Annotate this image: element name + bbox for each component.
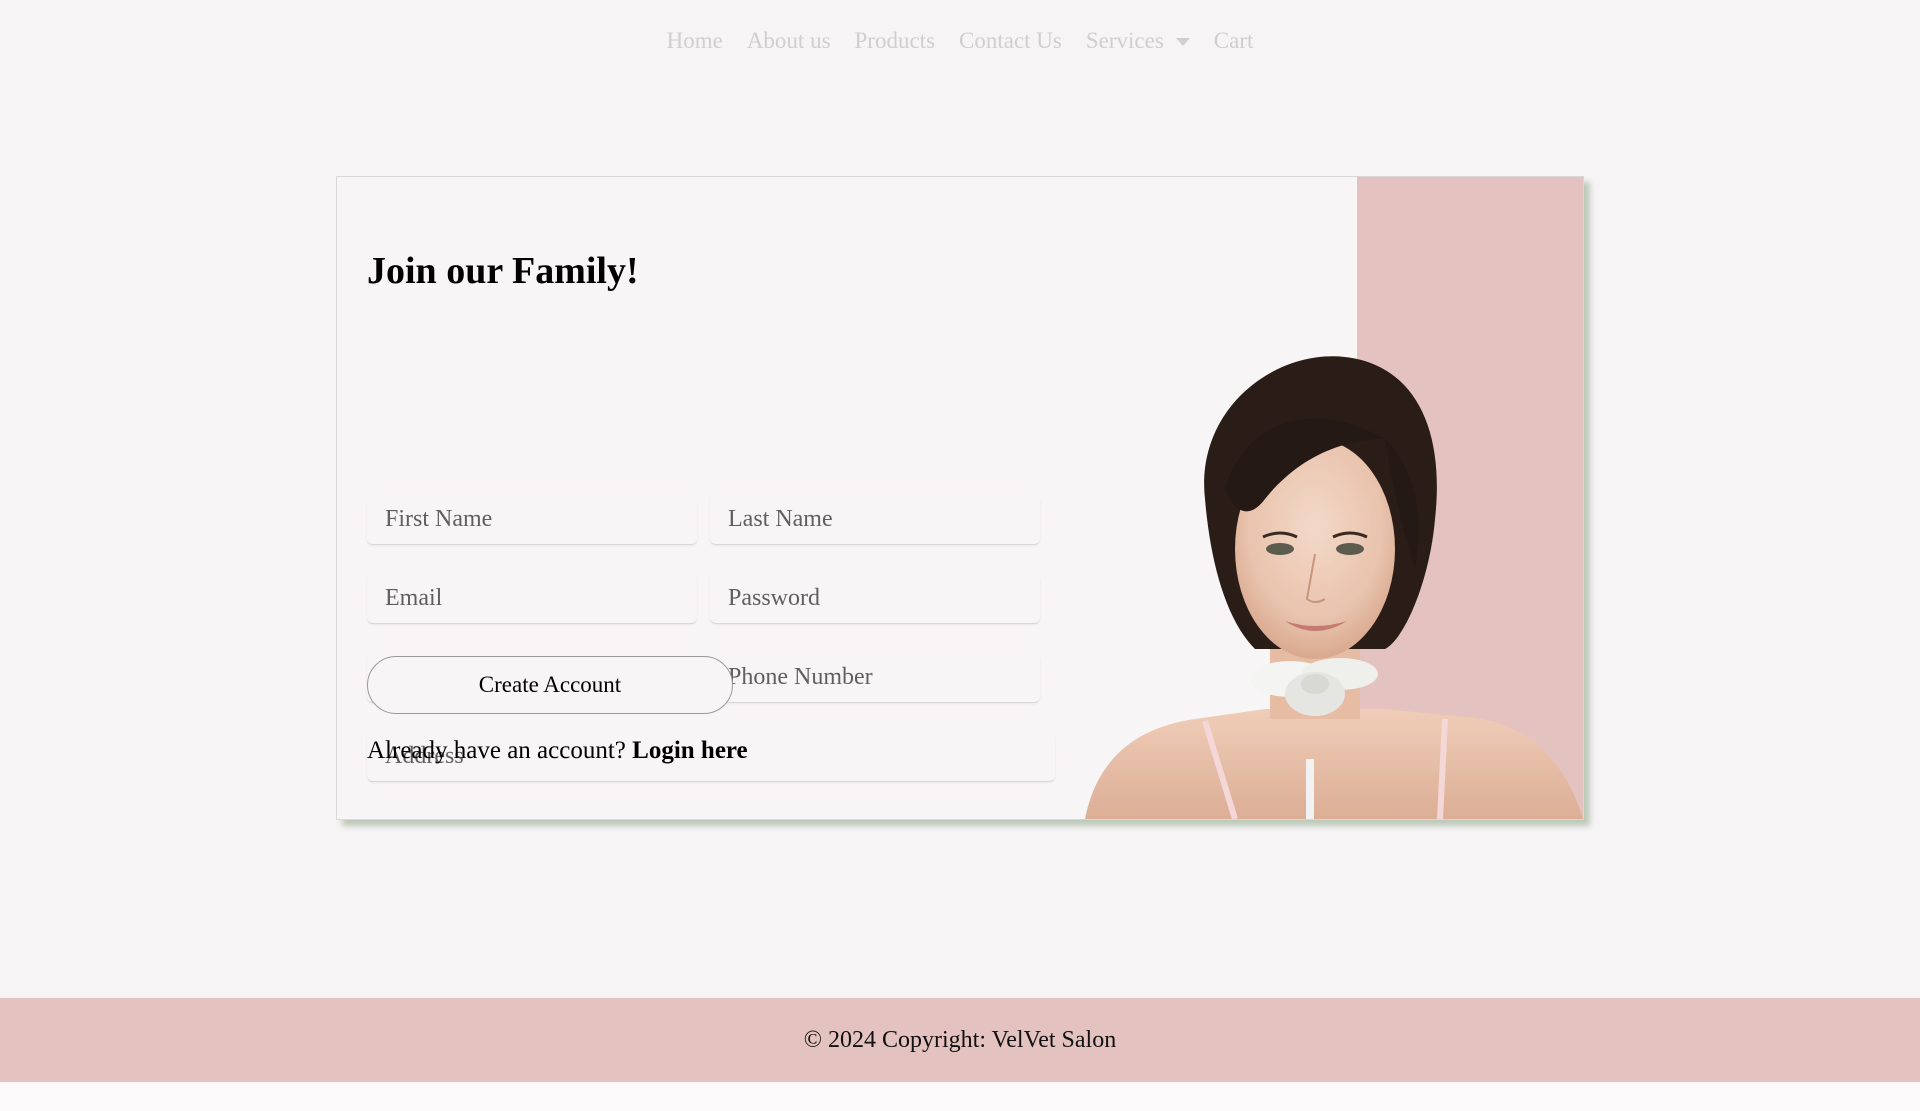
password-input[interactable]	[710, 574, 1040, 624]
email-input[interactable]	[367, 574, 697, 624]
login-prompt: Already have an account? Login here	[367, 737, 748, 765]
nav-cart-link[interactable]: Cart	[1214, 28, 1254, 54]
top-nav: Home About us Products Contact Us Servic…	[0, 28, 1920, 54]
caret-down-icon	[1175, 38, 1190, 46]
nav-contact-link[interactable]: Contact Us	[959, 28, 1062, 54]
phone-number-input[interactable]	[710, 653, 1040, 703]
page-footer: © 2024 Copyright: VelVet Salon	[0, 998, 1920, 1082]
model-portrait-image	[1085, 356, 1583, 819]
login-link[interactable]: Login here	[632, 737, 748, 764]
first-name-input[interactable]	[367, 495, 697, 545]
nav-about-link[interactable]: About us	[747, 28, 831, 54]
nav-services-link[interactable]: Services	[1086, 28, 1164, 54]
signup-heading: Join our Family!	[367, 250, 639, 292]
signup-card: Join our Family! Create Account Already …	[336, 176, 1584, 820]
copyright-text: © 2024 Copyright: VelVet Salon	[803, 1026, 1117, 1053]
login-prompt-text: Already have an account?	[367, 737, 626, 764]
nav-home-link[interactable]: Home	[667, 28, 723, 54]
last-name-input[interactable]	[710, 495, 1040, 545]
page-bottom-strip	[0, 1082, 1920, 1111]
nav-services-dropdown[interactable]: Services	[1086, 28, 1190, 54]
nav-products-link[interactable]: Products	[855, 28, 936, 54]
create-account-button[interactable]: Create Account	[367, 656, 733, 714]
